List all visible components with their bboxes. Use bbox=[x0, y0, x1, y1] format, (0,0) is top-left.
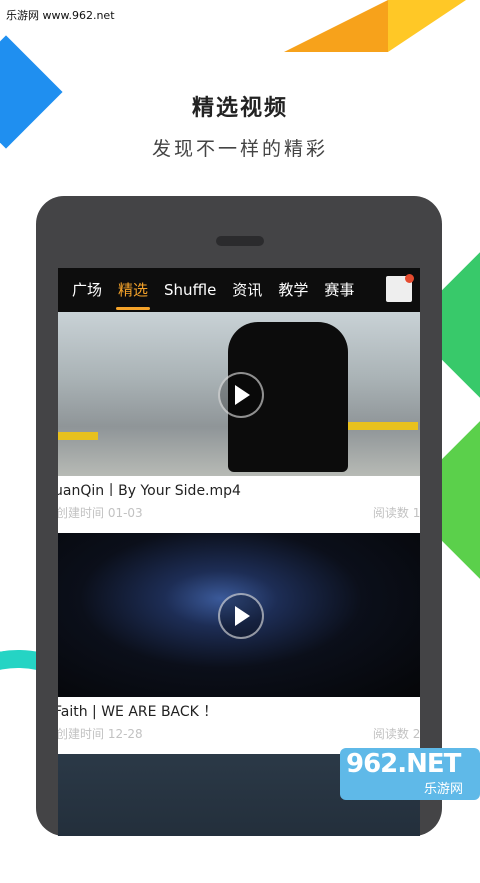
parking-stripe bbox=[58, 432, 98, 440]
tab-plaza[interactable]: 广场 bbox=[72, 268, 102, 312]
video-title[interactable]: uanQin丨By Your Side.mp4 bbox=[58, 480, 420, 500]
video-read-count: 阅读数 27 bbox=[372, 727, 420, 741]
phone-speaker bbox=[216, 236, 264, 246]
video-created-time: 创建时间 12-28 bbox=[58, 727, 143, 741]
video-read-count: 阅读数 17 bbox=[372, 506, 420, 520]
tab-news[interactable]: 资讯 bbox=[232, 268, 262, 312]
tab-featured[interactable]: 精选 bbox=[116, 268, 151, 312]
video-thumbnail[interactable] bbox=[58, 533, 420, 697]
video-title[interactable]: Faith | WE ARE BACK ！ bbox=[58, 701, 420, 721]
962-net-logo: 962.NET 乐游网 bbox=[340, 748, 480, 800]
logo-subtext: 乐游网 bbox=[424, 782, 464, 797]
video-meta: 创建时间 01-03 阅读数 17 bbox=[58, 504, 420, 533]
tab-events[interactable]: 赛事 bbox=[324, 268, 354, 312]
watermark-text: 乐游网 www.962.net bbox=[6, 9, 115, 22]
tab-shuffle[interactable]: Shuffle bbox=[164, 268, 216, 312]
promo-headline: 精选视频 bbox=[191, 96, 288, 121]
video-card[interactable]: Faith | WE ARE BACK ！ 创建时间 12-28 阅读数 27 bbox=[58, 533, 420, 754]
play-icon[interactable] bbox=[218, 593, 264, 639]
orange-triangle-decoration bbox=[284, 0, 388, 52]
promo-subheadline: 发现不一样的精彩 bbox=[151, 138, 328, 160]
yellow-triangle-decoration bbox=[388, 0, 466, 52]
logo-text: 962.NET bbox=[346, 749, 461, 779]
tab-teaching[interactable]: 教学 bbox=[278, 268, 308, 312]
phone-frame: 广场 精选 Shuffle 资讯 教学 赛事 uanQin丨By Your Si… bbox=[36, 196, 442, 836]
tab-menu-button[interactable] bbox=[386, 274, 414, 302]
video-card[interactable]: uanQin丨By Your Side.mp4 创建时间 01-03 阅读数 1… bbox=[58, 312, 420, 533]
video-thumbnail[interactable] bbox=[58, 312, 420, 476]
video-created-time: 创建时间 01-03 bbox=[58, 506, 143, 520]
notification-dot-icon bbox=[405, 274, 414, 283]
play-icon[interactable] bbox=[218, 372, 264, 418]
tab-bar: 广场 精选 Shuffle 资讯 教学 赛事 bbox=[58, 268, 420, 312]
